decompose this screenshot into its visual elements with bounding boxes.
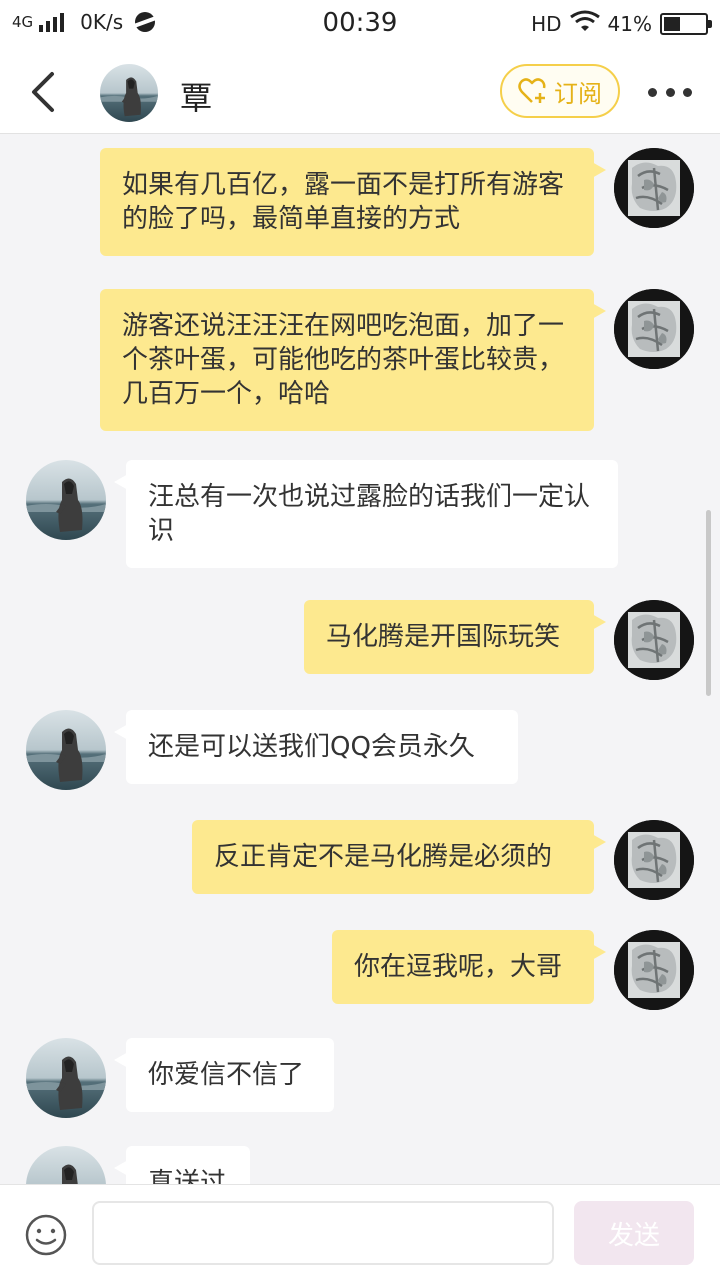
status-bar: 4G 0K/s 00:39 HD 41% <box>0 0 720 50</box>
battery-percent: 41% <box>607 11 652 36</box>
their-message-bubble[interactable]: 真送过 <box>114 1146 250 1184</box>
my-message-bubble[interactable]: 游客还说汪汪汪在网吧吃泡面，加了一个茶叶蛋，可能他吃的茶叶蛋比较贵，几百万一个，… <box>100 289 606 431</box>
my-avatar[interactable] <box>614 600 694 680</box>
subscribe-label: 订阅 <box>554 79 602 108</box>
my-message-bubble[interactable]: 反正肯定不是马化腾是必须的 <box>192 820 606 894</box>
chat-area[interactable]: 如果有几百亿，露一面不是打所有游客的脸了吗，最简单直接的方式 游客还说汪汪汪在网… <box>0 134 720 1184</box>
input-bar: 发送 <box>0 1184 720 1280</box>
more-button[interactable] <box>648 80 692 104</box>
message-input[interactable] <box>92 1201 554 1265</box>
battery-icon <box>660 12 712 35</box>
my-message-bubble[interactable]: 你在逗我呢，大哥 <box>332 930 606 1004</box>
send-button[interactable]: 发送 <box>574 1201 694 1265</box>
status-right: HD 41% <box>531 10 712 37</box>
my-avatar[interactable] <box>614 289 694 369</box>
contact-avatar[interactable] <box>26 460 106 540</box>
smiley-icon <box>25 1214 67 1256</box>
my-avatar[interactable] <box>614 930 694 1010</box>
my-avatar[interactable] <box>614 820 694 900</box>
back-button[interactable] <box>26 70 62 114</box>
subscribe-button[interactable]: 订阅 <box>500 64 620 118</box>
my-avatar[interactable] <box>614 148 694 228</box>
chat-scrollbar[interactable] <box>706 510 711 696</box>
heart-plus-icon <box>518 78 546 103</box>
chevron-left-icon <box>32 72 54 112</box>
chat-header: 覃 订阅 <box>0 50 720 134</box>
my-message-bubble[interactable]: 如果有几百亿，露一面不是打所有游客的脸了吗，最简单直接的方式 <box>100 148 606 256</box>
page-title: 覃 <box>180 79 213 117</box>
wifi-icon <box>569 10 600 37</box>
hd-indicator: HD <box>531 11 562 36</box>
contact-avatar[interactable] <box>26 1038 106 1118</box>
my-message-bubble[interactable]: 马化腾是开国际玩笑 <box>304 600 606 674</box>
contact-avatar[interactable] <box>26 1146 106 1184</box>
their-message-bubble[interactable]: 你爱信不信了 <box>114 1038 334 1112</box>
emoji-button[interactable] <box>24 1213 68 1257</box>
their-message-bubble[interactable]: 汪总有一次也说过露脸的话我们一定认识 <box>114 460 618 568</box>
contact-avatar[interactable] <box>26 710 106 790</box>
more-dots-icon <box>648 87 657 97</box>
contact-avatar[interactable] <box>100 64 158 122</box>
their-message-bubble[interactable]: 还是可以送我们QQ会员永久 <box>114 710 518 784</box>
